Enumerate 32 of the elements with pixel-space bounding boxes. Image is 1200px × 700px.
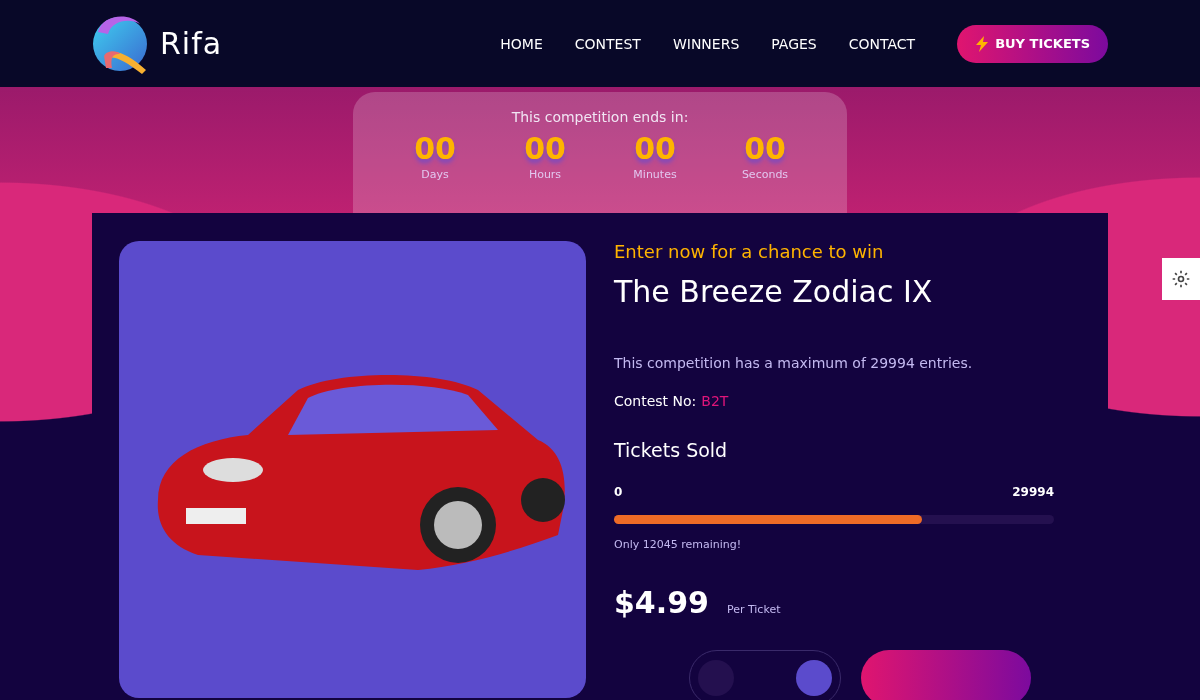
countdown-value: 00 [524, 131, 566, 166]
countdown-value: 00 [414, 131, 456, 166]
contest-eyebrow: Enter now for a chance to win [614, 241, 885, 262]
countdown-label: Seconds [741, 168, 789, 181]
remaining-text: Only 12045 remaining! [614, 538, 743, 551]
countdown-label: Minutes [633, 168, 677, 181]
nav-link[interactable]: WINNERS [672, 35, 740, 52]
countdown-value: 00 [634, 131, 676, 166]
increment-button[interactable] [796, 660, 832, 696]
tickets-sold-heading: Tickets Sold [614, 439, 729, 461]
nav-link[interactable]: CONTACT [848, 35, 916, 52]
logo-text: Rifa [160, 26, 223, 61]
lightning-icon [975, 35, 990, 52]
buy-button[interactable] [861, 650, 1031, 700]
nav-link[interactable]: CONTEST [574, 35, 641, 52]
progress-max: 29994 [1012, 485, 1054, 499]
ticket-price: $4.99 [614, 585, 709, 620]
countdown-value: 00 [744, 131, 786, 166]
countdown-title: This competition ends in: [511, 109, 689, 125]
buy-tickets-button[interactable]: BUY TICKETS [957, 24, 1108, 63]
contest-title: The Breeze Zodiac IX [614, 274, 934, 309]
contest-description: This competition has a maximum of 29994 entries. [614, 355, 974, 371]
settings-button[interactable] [1162, 258, 1200, 300]
countdown-label: Hours [528, 168, 562, 181]
progress-min: 0 [614, 485, 623, 499]
nav-link[interactable]: HOME [500, 35, 543, 52]
settings-icon [1171, 269, 1191, 289]
contest-number: B2T [701, 393, 729, 409]
countdown-label: Days [421, 168, 449, 181]
price-unit: Per Ticket [726, 603, 781, 616]
nav-link[interactable]: PAGES [771, 35, 817, 52]
contest-number-label: Contest No: [614, 393, 697, 409]
